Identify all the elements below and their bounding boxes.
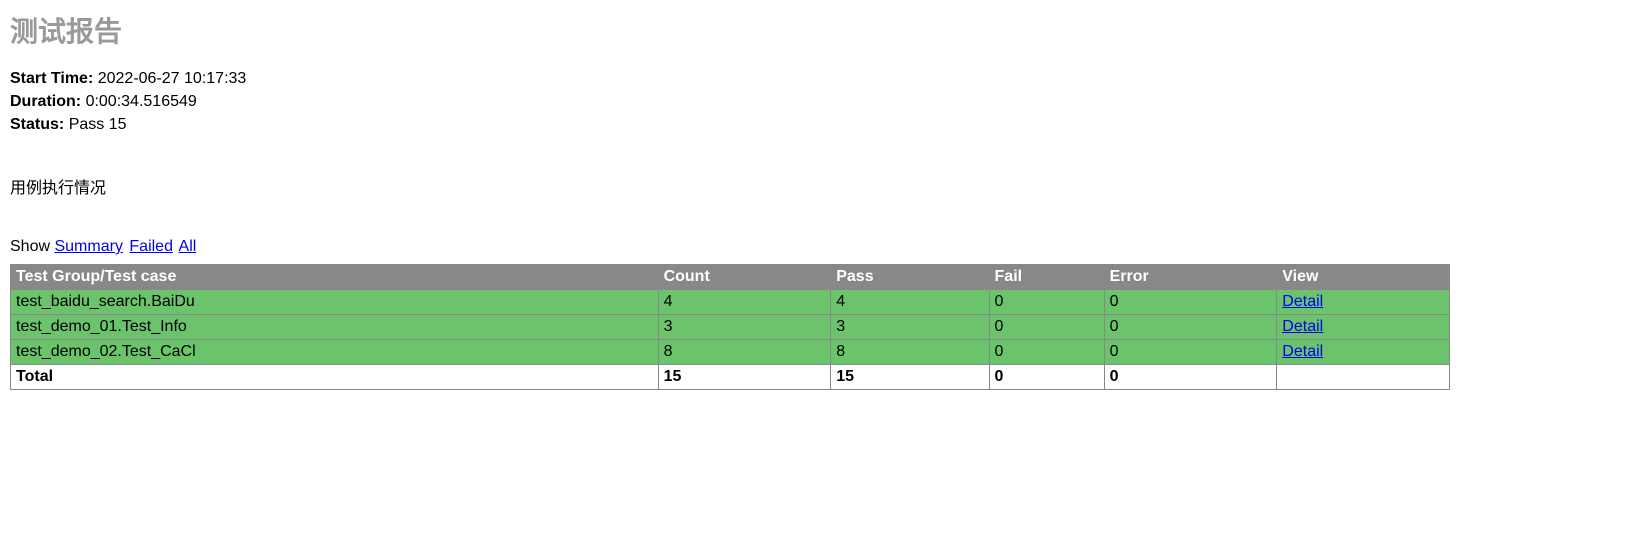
header-name: Test Group/Test case (11, 265, 659, 290)
total-pass: 15 (831, 365, 989, 390)
total-fail: 0 (989, 365, 1104, 390)
total-name: Total (11, 365, 659, 390)
header-error: Error (1104, 265, 1277, 290)
detail-link[interactable]: Detail (1282, 343, 1323, 360)
table-row: test_demo_02.Test_CaCl 8 8 0 0 Detail (11, 340, 1450, 365)
header-fail: Fail (989, 265, 1104, 290)
duration-line: Duration: 0:00:34.516549 (10, 93, 1628, 111)
start-time-line: Start Time: 2022-06-27 10:17:33 (10, 70, 1628, 88)
filter-all-link[interactable]: All (179, 238, 197, 255)
header-count: Count (658, 265, 831, 290)
cell-error: 0 (1104, 340, 1277, 365)
show-filter-line: Show Summary Failed All (10, 238, 1628, 256)
cell-count: 8 (658, 340, 831, 365)
header-view: View (1277, 265, 1450, 290)
cell-fail: 0 (989, 340, 1104, 365)
detail-link[interactable]: Detail (1282, 293, 1323, 310)
cell-name: test_demo_01.Test_Info (11, 315, 659, 340)
table-total-row: Total 15 15 0 0 (11, 365, 1450, 390)
filter-summary-link[interactable]: Summary (54, 238, 122, 255)
total-error: 0 (1104, 365, 1277, 390)
start-time-value: 2022-06-27 10:17:33 (98, 70, 247, 87)
cell-view: Detail (1277, 290, 1450, 315)
header-pass: Pass (831, 265, 989, 290)
cell-fail: 0 (989, 290, 1104, 315)
cell-view: Detail (1277, 340, 1450, 365)
detail-link[interactable]: Detail (1282, 318, 1323, 335)
cell-pass: 3 (831, 315, 989, 340)
filter-failed-link[interactable]: Failed (129, 238, 173, 255)
table-header-row: Test Group/Test case Count Pass Fail Err… (11, 265, 1450, 290)
show-label: Show (10, 238, 50, 255)
duration-value: 0:00:34.516549 (86, 93, 197, 110)
cell-pass: 8 (831, 340, 989, 365)
section-title: 用例执行情况 (10, 174, 1628, 198)
cell-count: 4 (658, 290, 831, 315)
status-line: Status: Pass 15 (10, 116, 1628, 134)
cell-error: 0 (1104, 315, 1277, 340)
report-title: 测试报告 (10, 10, 1628, 50)
results-table: Test Group/Test case Count Pass Fail Err… (10, 264, 1450, 390)
cell-name: test_demo_02.Test_CaCl (11, 340, 659, 365)
status-label: Status: (10, 116, 64, 133)
cell-count: 3 (658, 315, 831, 340)
cell-fail: 0 (989, 315, 1104, 340)
cell-pass: 4 (831, 290, 989, 315)
cell-view: Detail (1277, 315, 1450, 340)
start-time-label: Start Time: (10, 70, 93, 87)
table-row: test_demo_01.Test_Info 3 3 0 0 Detail (11, 315, 1450, 340)
cell-error: 0 (1104, 290, 1277, 315)
table-row: test_baidu_search.BaiDu 4 4 0 0 Detail (11, 290, 1450, 315)
duration-label: Duration: (10, 93, 81, 110)
status-value: Pass 15 (69, 116, 127, 133)
cell-name: test_baidu_search.BaiDu (11, 290, 659, 315)
total-count: 15 (658, 365, 831, 390)
total-view (1277, 365, 1450, 390)
